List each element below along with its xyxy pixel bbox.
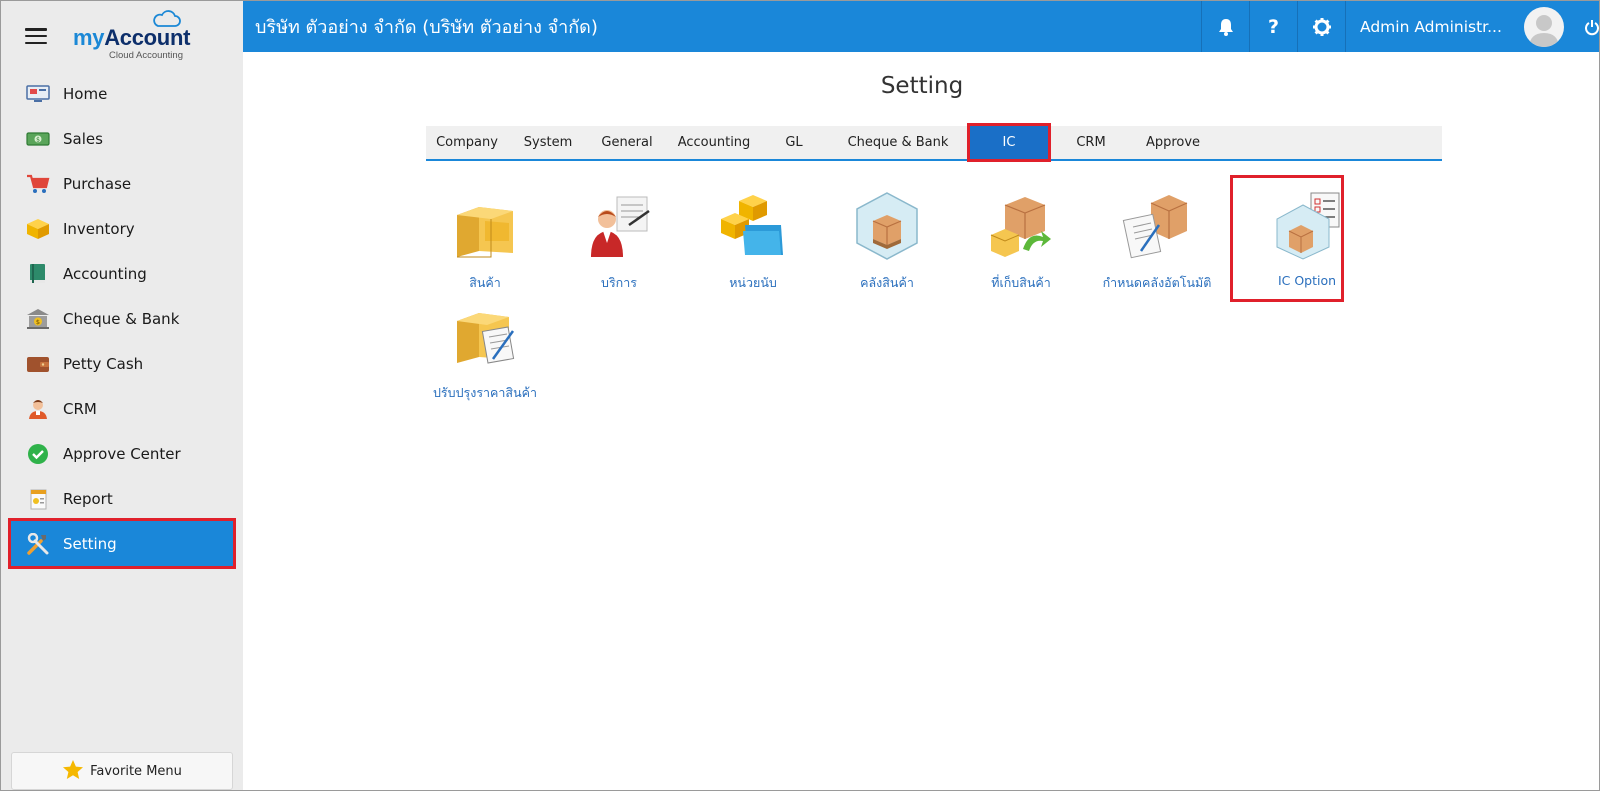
tab-approve[interactable]: Approve xyxy=(1138,126,1208,159)
book-icon xyxy=(25,263,51,285)
help-button[interactable]: ? xyxy=(1249,1,1297,52)
sidebar-menu: Home $ Sales Purchase Inventory Accounti… xyxy=(1,71,243,569)
tab-gl[interactable]: GL xyxy=(774,126,814,159)
tile-auto-warehouse[interactable]: กำหนดคลังอัตโนมัติ xyxy=(1095,191,1219,293)
sidebar-item-accounting[interactable]: Accounting xyxy=(1,251,243,296)
sidebar-item-label: Home xyxy=(63,84,108,103)
box-icon xyxy=(25,218,51,240)
sidebar-item-report[interactable]: Report xyxy=(1,476,243,521)
warehouse-icon xyxy=(856,192,918,260)
cloud-logo-icon xyxy=(153,9,181,27)
check-circle-icon xyxy=(25,443,51,465)
hamburger-menu-icon[interactable] xyxy=(25,28,47,44)
company-name[interactable]: บริษัท ตัวอย่าง จำกัด (บริษัท ตัวอย่าง จ… xyxy=(255,12,1201,41)
sidebar-item-label: Report xyxy=(63,489,113,508)
tile-service[interactable]: บริการ xyxy=(559,191,679,293)
sidebar-item-label: Cheque & Bank xyxy=(63,309,180,328)
favorite-menu-label: Favorite Menu xyxy=(90,763,182,779)
tab-crm[interactable]: CRM xyxy=(1062,126,1120,159)
unit-folder-icon xyxy=(721,195,783,255)
star-icon xyxy=(62,759,84,784)
app-logo[interactable]: myAccount Cloud Accounting xyxy=(73,9,191,61)
tile-unit-label: หน่วยนับ xyxy=(729,275,777,290)
tile-warehouse-label: คลังสินค้า xyxy=(860,275,914,290)
settings-button[interactable] xyxy=(1297,1,1345,52)
page-title: Setting xyxy=(880,73,964,99)
cart-icon xyxy=(25,173,51,195)
sidebar-item-purchase[interactable]: Purchase xyxy=(1,161,243,206)
report-icon xyxy=(25,488,51,510)
sidebar: myAccount Cloud Accounting Home $ Sales xyxy=(1,1,243,790)
sidebar-item-petty-cash[interactable]: Petty Cash xyxy=(1,341,243,386)
tab-general[interactable]: General xyxy=(594,126,660,159)
bell-icon xyxy=(1218,18,1233,36)
sidebar-item-label: CRM xyxy=(63,399,97,418)
top-bar: บริษัท ตัวอย่าง จำกัด (บริษัท ตัวอย่าง จ… xyxy=(243,1,1599,52)
tile-warehouse[interactable]: คลังสินค้า xyxy=(827,191,947,293)
tab-company[interactable]: Company xyxy=(432,126,502,159)
tab-accounting[interactable]: Accounting xyxy=(672,126,756,159)
sidebar-item-label: Inventory xyxy=(63,219,135,238)
user-menu[interactable]: Admin Administr... xyxy=(1345,1,1573,52)
sidebar-item-label: Approve Center xyxy=(63,444,181,463)
tile-auto-warehouse-label: กำหนดคลังอัตโนมัติ xyxy=(1102,275,1212,290)
sidebar-item-home[interactable]: Home xyxy=(1,71,243,116)
auto-warehouse-icon xyxy=(1122,195,1188,259)
tab-system[interactable]: System xyxy=(516,126,580,159)
sidebar-item-inventory[interactable]: Inventory xyxy=(1,206,243,251)
tab-cheque-bank[interactable]: Cheque & Bank xyxy=(838,126,958,159)
sidebar-item-setting[interactable]: Setting xyxy=(8,518,236,569)
gear-icon xyxy=(1312,17,1331,36)
tile-service-label: บริการ xyxy=(601,275,637,290)
tab-ic[interactable]: IC xyxy=(967,123,1051,162)
home-icon xyxy=(25,83,51,105)
svg-text:$: $ xyxy=(36,136,40,143)
tile-price-adjust[interactable]: ปรับปรุงราคาสินค้า xyxy=(425,301,545,403)
sidebar-header: myAccount Cloud Accounting xyxy=(1,1,243,71)
sidebar-item-cheque-bank[interactable]: $ Cheque & Bank xyxy=(1,296,243,341)
question-mark-icon: ? xyxy=(1267,15,1280,38)
money-icon: $ xyxy=(25,128,51,150)
sidebar-item-label: Purchase xyxy=(63,174,132,193)
logo-tagline: Cloud Accounting xyxy=(109,49,183,61)
service-agent-icon xyxy=(591,196,650,257)
highlight-box xyxy=(967,123,1051,162)
notification-button[interactable] xyxy=(1201,1,1249,52)
tile-storage-location-label: ที่เก็บสินค้า xyxy=(991,275,1051,290)
tools-icon xyxy=(25,532,51,555)
tile-price-adjust-label: ปรับปรุงราคาสินค้า xyxy=(432,385,537,400)
power-icon xyxy=(1585,19,1599,35)
product-boxes-icon xyxy=(457,207,513,258)
customer-icon xyxy=(25,398,51,420)
svg-text:$: $ xyxy=(36,318,40,326)
tile-ic-option-label: IC Option xyxy=(1277,273,1337,288)
sidebar-item-label: Accounting xyxy=(63,264,147,283)
sidebar-item-sales[interactable]: $ Sales xyxy=(1,116,243,161)
ic-option-icon xyxy=(1276,192,1340,260)
favorite-menu-button[interactable]: Favorite Menu xyxy=(11,752,233,790)
sidebar-item-approve-center[interactable]: Approve Center xyxy=(1,431,243,476)
wallet-icon xyxy=(25,353,51,375)
user-name: Admin Administr... xyxy=(1360,17,1502,36)
bank-icon: $ xyxy=(25,308,51,330)
logo-brand-my: my xyxy=(73,24,105,50)
sidebar-item-label: Petty Cash xyxy=(63,354,144,373)
tile-ic-option[interactable]: IC Option xyxy=(1230,175,1367,302)
tile-unit[interactable]: หน่วยนับ xyxy=(693,191,813,293)
tile-storage-location[interactable]: ที่เก็บสินค้า xyxy=(961,191,1081,293)
logout-button[interactable] xyxy=(1585,1,1599,52)
avatar[interactable] xyxy=(1523,6,1564,47)
app-window: myAccount Cloud Accounting Home $ Sales xyxy=(0,0,1600,791)
sidebar-item-crm[interactable]: CRM xyxy=(1,386,243,431)
sidebar-item-label: Setting xyxy=(63,534,117,553)
sidebar-item-label: Sales xyxy=(63,129,103,148)
price-adjust-icon xyxy=(457,313,515,364)
logo-brand-account: Account xyxy=(104,24,191,50)
tile-product[interactable]: สินค้า xyxy=(425,191,545,293)
storage-location-icon xyxy=(990,197,1051,257)
tile-product-label: สินค้า xyxy=(469,275,501,290)
settings-tab-bar: Company System General Accounting GL Che… xyxy=(426,123,1442,162)
